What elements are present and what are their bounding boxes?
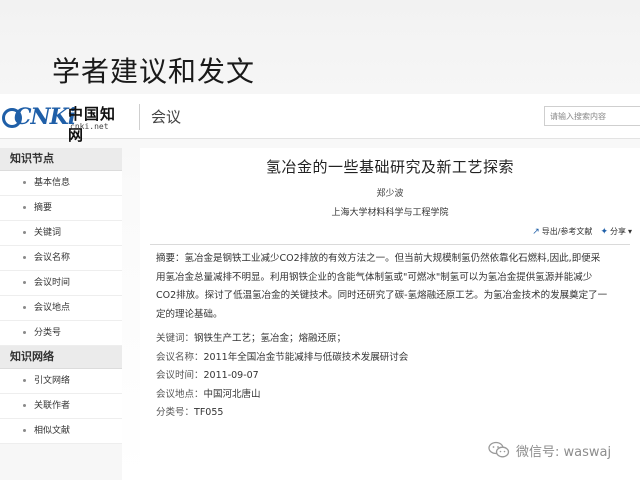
abstract-line: 摘要：氢冶金是钢铁工业减少CO2排放的有效方法之一。但当前大规模制氢仍然依靠化石… (156, 253, 601, 264)
share-label: 分享 (609, 227, 626, 236)
sidebar-item-conference-location[interactable]: 会议地点 (0, 296, 122, 321)
wechat-watermark: 微信号: waswaj (488, 438, 611, 462)
paper-detail: 氢冶金的一些基础研究及新工艺探索 郑少波 上海大学材料科学与工程学院 ↗ 导出/… (140, 148, 640, 480)
abstract-line: 定的理论基础。 (156, 308, 223, 320)
meta-value-conference-time: 2011-09-07 (203, 370, 259, 381)
sidebar-item-conference-name[interactable]: 会议名称 (0, 246, 122, 271)
sidebar-item-related-authors[interactable]: 关联作者 (0, 394, 122, 419)
meta-row-classification: 分类号： TF055 (156, 404, 634, 423)
sidebar-section-knowledge-nodes: 知识节点 (0, 148, 122, 171)
paper-toolbar: ↗ 导出/参考文献 ✦ 分享 ▾ (532, 226, 632, 237)
meta-key: 关键词： (156, 333, 195, 344)
watermark-text: 微信号: waswaj (516, 444, 612, 460)
meta-row-conference-time: 会议时间： 2011-09-07 (156, 367, 634, 386)
meta-key: 会议地点： (156, 388, 204, 400)
export-label: 导出/参考文献 (541, 227, 593, 236)
sidebar-item-abstract[interactable]: 摘要 (0, 196, 122, 221)
cnki-header: CNKi 中国知网 cnki.net 会议 请输入搜索内容 (0, 94, 640, 144)
abstract: 摘要：氢冶金是钢铁工业减少CO2排放的有效方法之一。但当前大规模制氢仍然依靠化石… (156, 250, 634, 324)
header-section-label: 会议 (151, 108, 182, 126)
paper-metadata: 关键词： 钢铁生产工艺；氢冶金；熔融还原； 会议名称： 2011年全国冶金节能减… (156, 330, 634, 423)
meta-value-keywords[interactable]: 钢铁生产工艺；氢冶金；熔融还原； (194, 330, 346, 349)
meta-row-conference-name: 会议名称： 2011年全国冶金节能减排与低碳技术发展研讨会 (156, 349, 634, 368)
abstract-line: CO2排放。探讨了低温氢冶金的关键技术。同时还研究了碳-氢熔融还原工艺。为氢冶金… (156, 290, 608, 301)
meta-key: 分类号： (156, 407, 195, 418)
sidebar-item-keywords[interactable]: 关键词 (0, 221, 122, 246)
share-icon: ✦ (600, 226, 608, 237)
cnki-logo[interactable]: CNKi 中国知网 cnki.net (0, 100, 130, 144)
header-divider (139, 104, 140, 130)
sidebar-item-basic-info[interactable]: 基本信息 (0, 171, 122, 196)
share-button[interactable]: ✦ 分享 ▾ (600, 226, 632, 237)
sidebar-item-similar-documents[interactable]: 相似文献 (0, 419, 122, 444)
sidebar-item-citation-network[interactable]: 引文网络 (0, 369, 122, 394)
meta-row-keywords: 关键词： 钢铁生产工艺；氢冶金；熔融还原； (156, 330, 634, 349)
export-icon: ↗ (532, 226, 540, 237)
sidebar-section-knowledge-network: 知识网络 (0, 346, 122, 369)
export-button[interactable]: ↗ 导出/参考文献 (532, 226, 592, 237)
meta-key: 会议时间： (156, 370, 204, 381)
paper-author[interactable]: 郑少波 (140, 186, 640, 199)
search-input[interactable]: 请输入搜索内容 (544, 106, 640, 126)
meta-value-conference-location: 中国河北唐山 (203, 388, 261, 400)
meta-value-classification[interactable]: TF055 (194, 404, 223, 423)
chevron-down-icon: ▾ (627, 227, 632, 236)
meta-row-conference-location: 会议地点： 中国河北唐山 (156, 386, 634, 405)
logo-word: CNKi (14, 104, 76, 130)
sidebar-item-conference-time[interactable]: 会议时间 (0, 271, 122, 296)
divider (150, 244, 630, 245)
logo-url: cnki.net (70, 122, 109, 131)
slide-title: 学者建议和发文 (52, 55, 256, 88)
sidebar-item-classification[interactable]: 分类号 (0, 321, 122, 346)
meta-key: 会议名称： (156, 351, 204, 363)
paper-title: 氢冶金的一些基础研究及新工艺探索 (265, 158, 514, 176)
sidebar: 知识节点 基本信息 摘要 关键词 会议名称 会议时间 会议地点 分类号 知识网络… (0, 148, 122, 480)
abstract-line: 用氢冶金总量减排不明显。利用钢铁企业的含能气体制氢或"可燃冰"制氢可以为氢冶金提… (156, 271, 593, 283)
wechat-icon (488, 441, 510, 458)
paper-affiliation[interactable]: 上海大学材料科学与工程学院 (140, 205, 640, 218)
meta-value-conference-name[interactable]: 2011年全国冶金节能减排与低碳技术发展研讨会 (204, 349, 409, 368)
